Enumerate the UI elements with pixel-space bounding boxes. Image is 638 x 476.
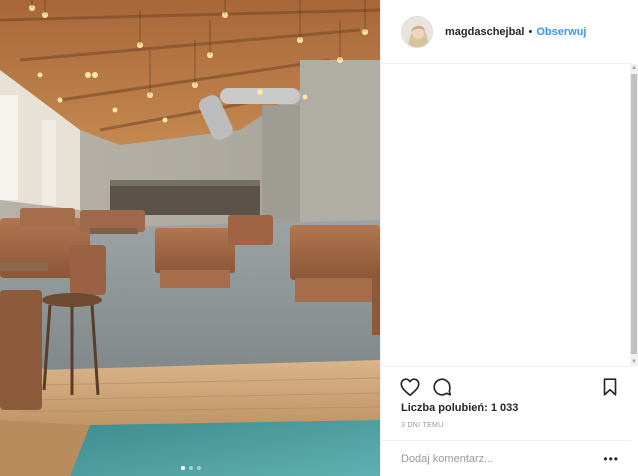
separator-dot: • <box>528 25 533 38</box>
comments-scrollbar[interactable]: ▲ ▼ <box>630 64 638 366</box>
username-link[interactable]: magdaschejbal <box>445 26 524 38</box>
comment-icon <box>433 378 452 396</box>
scroll-up-icon[interactable]: ▲ <box>630 64 638 72</box>
likes-count: 1 033 <box>490 402 519 414</box>
more-options-icon[interactable]: ••• <box>603 452 619 466</box>
follow-button[interactable]: Obserwuj <box>536 26 586 38</box>
comments-area <box>381 65 631 365</box>
instagram-post: magdaschejbal • Obserwuj ▲ ▼ Liczba polu… <box>0 0 638 476</box>
save-button[interactable] <box>599 376 621 398</box>
scroll-down-icon[interactable]: ▼ <box>630 358 638 366</box>
post-photo[interactable] <box>0 0 380 476</box>
post-side-panel: magdaschejbal • Obserwuj ▲ ▼ Liczba polu… <box>380 0 638 476</box>
post-header: magdaschejbal • Obserwuj <box>381 0 631 64</box>
likes-label: Liczba polubień: <box>401 402 488 414</box>
avatar-image <box>402 16 432 47</box>
action-bar <box>381 366 631 406</box>
comment-input[interactable] <box>401 452 604 465</box>
cafe-interior-image <box>0 0 380 476</box>
like-button[interactable] <box>399 376 421 398</box>
add-comment-section: ••• <box>381 440 631 476</box>
scroll-thumb[interactable] <box>631 74 637 354</box>
avatar[interactable] <box>401 15 433 48</box>
heart-icon <box>400 378 420 397</box>
comment-button[interactable] <box>431 376 453 398</box>
bookmark-icon <box>603 378 617 396</box>
likes-summary[interactable]: Liczba polubień: 1 033 <box>401 402 518 414</box>
post-timestamp[interactable]: 3 DNI TEMU <box>401 422 444 429</box>
